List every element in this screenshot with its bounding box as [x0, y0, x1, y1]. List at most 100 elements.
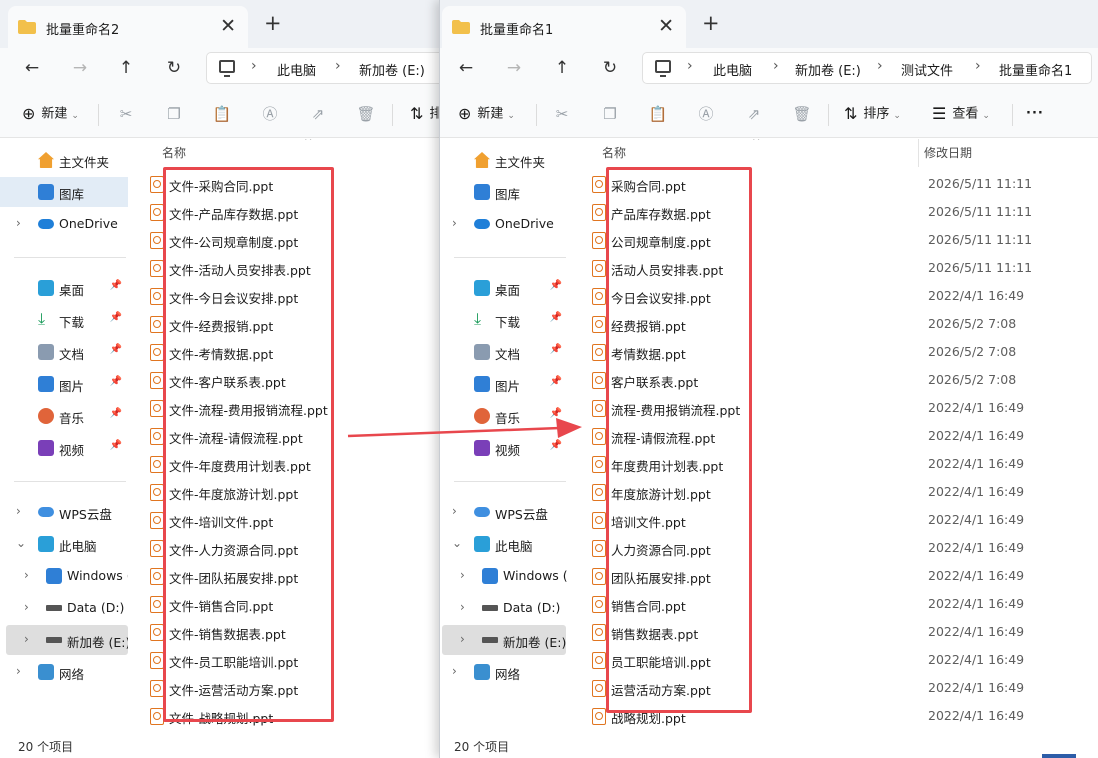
sidebar-item-desktop[interactable]: 桌面 📌: [0, 273, 128, 303]
sidebar-item-gallery[interactable]: 图库: [0, 177, 128, 207]
sidebar-item-desktop[interactable]: 桌面 📌: [440, 273, 568, 303]
breadcrumb-this-pc[interactable]: 此电脑: [713, 60, 752, 79]
sort-button[interactable]: ⇅ 排序 ⌄: [844, 102, 901, 126]
file-row[interactable]: 销售数据表.ppt 2022/4/1 16:49: [576, 618, 1098, 646]
forward-arrow-icon[interactable]: →: [502, 56, 526, 80]
chevron-right-icon[interactable]: ›: [452, 664, 457, 678]
file-row[interactable]: 文件-员工职能培训.ppt: [134, 646, 450, 674]
file-row[interactable]: 公司规章制度.ppt 2026/5/11 11:11: [576, 226, 1098, 254]
sidebar-item-music[interactable]: 音乐 📌: [0, 401, 128, 431]
file-row[interactable]: 文件-团队拓展安排.ppt: [134, 562, 450, 590]
file-row[interactable]: 年度费用计划表.ppt 2022/4/1 16:49: [576, 450, 1098, 478]
rename-icon[interactable]: Ⓐ: [260, 104, 280, 124]
view-button[interactable]: ☰ 查看 ⌄: [932, 102, 990, 126]
sidebar-item-home[interactable]: 主文件夹: [0, 145, 128, 175]
sidebar-item-documents[interactable]: 文档 📌: [0, 337, 128, 367]
sidebar-item-wps-cloud[interactable]: › WPS云盘: [440, 497, 568, 527]
file-row[interactable]: 人力资源合同.ppt 2022/4/1 16:49: [576, 534, 1098, 562]
column-divider[interactable]: [918, 139, 919, 167]
sidebar-item-pictures[interactable]: 图片 📌: [0, 369, 128, 399]
sidebar-item-pictures[interactable]: 图片 📌: [440, 369, 568, 399]
sidebar-item-videos[interactable]: 视频 📌: [0, 433, 128, 463]
file-row[interactable]: 采购合同.ppt 2026/5/11 11:11: [576, 170, 1098, 198]
file-row[interactable]: 文件-运营活动方案.ppt: [134, 674, 450, 702]
file-row[interactable]: 文件-采购合同.ppt: [134, 170, 450, 198]
sidebar-item-drive-e[interactable]: › 新加卷 (E:): [6, 625, 128, 655]
chevron-right-icon[interactable]: ›: [452, 504, 457, 518]
chevron-right-icon[interactable]: ›: [773, 58, 779, 74]
chevron-right-icon[interactable]: ›: [251, 58, 257, 74]
cut-icon[interactable]: ✂: [552, 104, 572, 124]
forward-arrow-icon[interactable]: →: [68, 56, 92, 80]
new-tab-icon[interactable]: +: [702, 13, 720, 34]
chevron-right-icon[interactable]: ›: [16, 504, 21, 518]
sort-button[interactable]: ⇅ 排: [410, 102, 442, 126]
chevron-right-icon[interactable]: ›: [460, 632, 465, 646]
file-row[interactable]: 团队拓展安排.ppt 2022/4/1 16:49: [576, 562, 1098, 590]
refresh-icon[interactable]: ↻: [598, 56, 622, 80]
chevron-right-icon[interactable]: ›: [687, 58, 693, 74]
up-arrow-icon[interactable]: ↑: [550, 56, 574, 80]
file-row[interactable]: 销售合同.ppt 2022/4/1 16:49: [576, 590, 1098, 618]
sidebar-item-home[interactable]: 主文件夹: [440, 145, 568, 175]
chevron-right-icon[interactable]: ›: [452, 216, 457, 230]
file-row[interactable]: 文件-培训文件.ppt: [134, 506, 450, 534]
copy-icon[interactable]: ❐: [164, 104, 184, 124]
chevron-right-icon[interactable]: ›: [335, 58, 341, 74]
more-options-button[interactable]: ···: [1026, 102, 1044, 126]
chevron-right-icon[interactable]: ›: [877, 58, 883, 74]
chevron-down-icon[interactable]: ⌄: [452, 536, 462, 550]
paste-icon[interactable]: 📋: [648, 104, 668, 124]
file-row[interactable]: 员工职能培训.ppt 2022/4/1 16:49: [576, 646, 1098, 674]
cut-icon[interactable]: ✂: [116, 104, 136, 124]
sidebar-item-music[interactable]: 音乐 📌: [440, 401, 568, 431]
file-row[interactable]: 考情数据.ppt 2026/5/2 7:08: [576, 338, 1098, 366]
new-tab-icon[interactable]: +: [264, 13, 282, 34]
new-button[interactable]: ⊕ 新建 ⌄: [458, 102, 515, 126]
file-row[interactable]: 年度旅游计划.ppt 2022/4/1 16:49: [576, 478, 1098, 506]
new-button[interactable]: ⊕ 新建 ⌄: [22, 102, 79, 126]
file-row[interactable]: 文件-活动人员安排表.ppt: [134, 254, 450, 282]
sidebar-item-gallery[interactable]: 图库: [440, 177, 568, 207]
file-row[interactable]: 文件-销售合同.ppt: [134, 590, 450, 618]
file-row[interactable]: 文件-战略规划.ppt: [134, 702, 450, 730]
file-row[interactable]: 战略规划.ppt 2022/4/1 16:49: [576, 702, 1098, 730]
chevron-right-icon[interactable]: ›: [975, 58, 981, 74]
sidebar-item-windows-drive[interactable]: › Windows (: [0, 561, 128, 591]
refresh-icon[interactable]: ↻: [162, 56, 186, 80]
sidebar-item-downloads[interactable]: ⤓ 下载 📌: [440, 305, 568, 335]
column-header-name[interactable]: 名称: [602, 144, 626, 161]
chevron-right-icon[interactable]: ›: [16, 664, 21, 678]
sidebar-item-onedrive[interactable]: › OneDrive: [440, 209, 568, 239]
file-row[interactable]: 文件-流程-费用报销流程.ppt: [134, 394, 450, 422]
chevron-right-icon[interactable]: ›: [16, 216, 21, 230]
breadcrumb-batch-rename-1[interactable]: 批量重命名1: [999, 60, 1072, 79]
sidebar-item-network[interactable]: › 网络: [0, 657, 128, 687]
chevron-right-icon[interactable]: ›: [460, 600, 465, 614]
rename-icon[interactable]: Ⓐ: [696, 104, 716, 124]
close-tab-icon[interactable]: ✕: [220, 15, 236, 37]
sidebar-item-data-drive[interactable]: › Data (D:): [440, 593, 568, 623]
sidebar-item-this-pc[interactable]: ⌄ 此电脑: [0, 529, 128, 559]
column-header-name[interactable]: 名称: [162, 144, 186, 161]
chevron-right-icon[interactable]: ›: [24, 568, 29, 582]
breadcrumb-this-pc[interactable]: 此电脑: [277, 60, 316, 79]
file-row[interactable]: 今日会议安排.ppt 2022/4/1 16:49: [576, 282, 1098, 310]
paste-icon[interactable]: 📋: [212, 104, 232, 124]
file-row[interactable]: 文件-考情数据.ppt: [134, 338, 450, 366]
chevron-right-icon[interactable]: ›: [460, 568, 465, 582]
file-row[interactable]: 培训文件.ppt 2022/4/1 16:49: [576, 506, 1098, 534]
chevron-right-icon[interactable]: ›: [24, 600, 29, 614]
chevron-down-icon[interactable]: ⌄: [16, 536, 26, 550]
sidebar-item-videos[interactable]: 视频 📌: [440, 433, 568, 463]
sidebar-item-drive-e[interactable]: › 新加卷 (E:): [442, 625, 566, 655]
file-row[interactable]: 产品库存数据.ppt 2026/5/11 11:11: [576, 198, 1098, 226]
file-row[interactable]: 文件-年度旅游计划.ppt: [134, 478, 450, 506]
sidebar-item-windows-drive[interactable]: › Windows (C: [440, 561, 568, 591]
sidebar-item-network[interactable]: › 网络: [440, 657, 568, 687]
file-row[interactable]: 运营活动方案.ppt 2022/4/1 16:49: [576, 674, 1098, 702]
chevron-right-icon[interactable]: ›: [24, 632, 29, 646]
back-arrow-icon[interactable]: ←: [454, 56, 478, 80]
file-row[interactable]: 活动人员安排表.ppt 2026/5/11 11:11: [576, 254, 1098, 282]
share-icon[interactable]: ⇗: [744, 104, 764, 124]
